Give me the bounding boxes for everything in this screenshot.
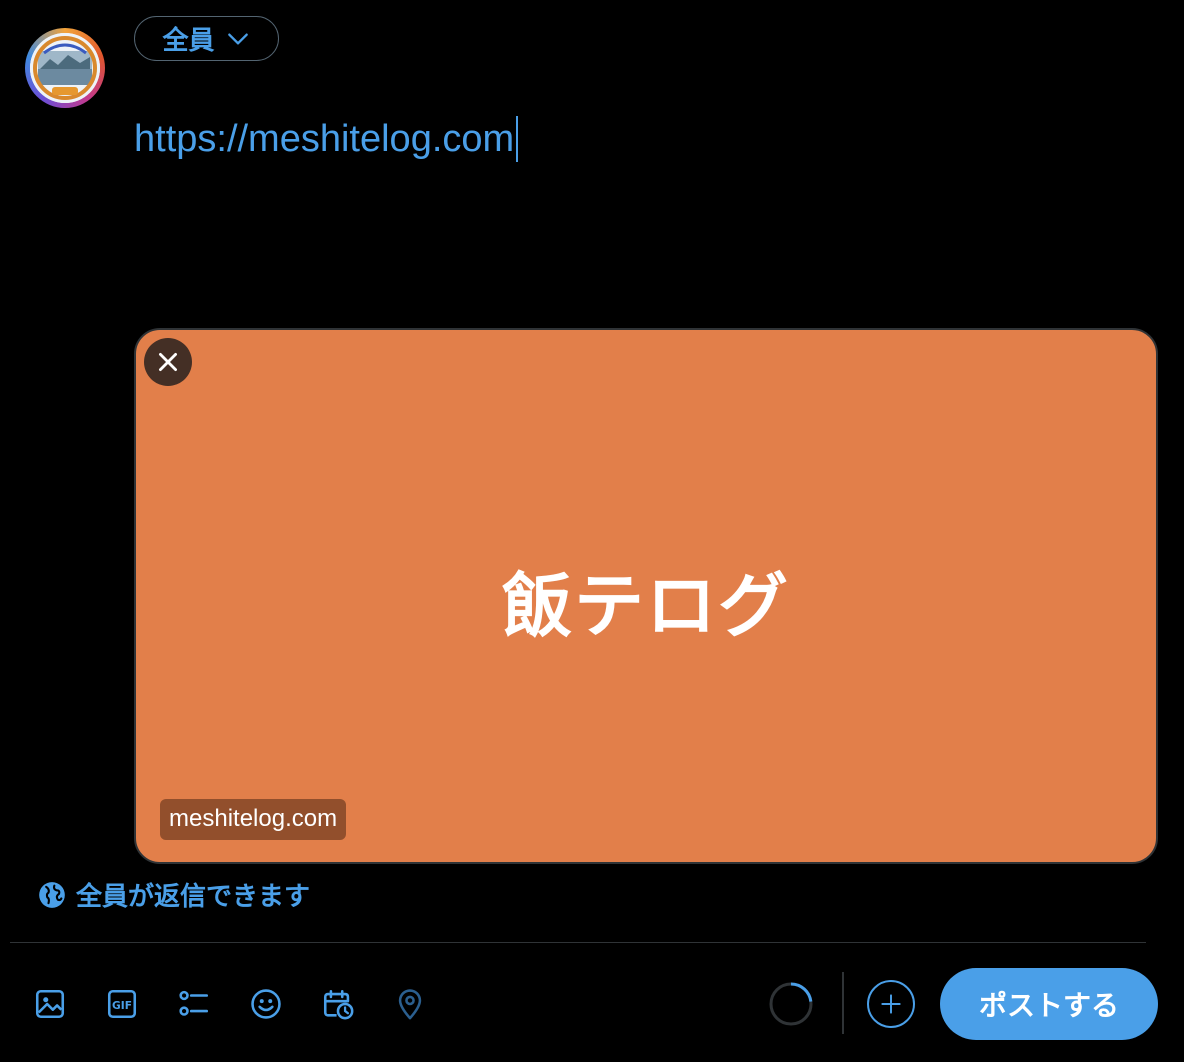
poll-button[interactable] [174,984,214,1024]
schedule-button[interactable] [318,984,358,1024]
toolbar-divider [10,942,1146,943]
audience-selector-button[interactable]: 全員 [134,16,279,61]
reply-setting-label: 全員が返信できます [76,882,311,912]
post-text-input[interactable]: https://meshitelog.com [134,116,519,162]
compose-post-dialog: 全員 https://meshitelog.com 飯テログ meshitelo… [0,0,1184,1062]
gif-button[interactable]: GIF [102,984,142,1024]
location-icon [398,989,422,1020]
link-preview-card[interactable]: 飯テログ meshitelog.com [134,328,1158,864]
emoji-icon [251,989,281,1019]
chevron-down-icon [227,32,248,45]
card-domain-badge: meshitelog.com [160,799,347,840]
emoji-button[interactable] [246,984,286,1024]
toolbar-separator [842,972,844,1034]
svg-text:GIF: GIF [112,999,132,1012]
add-post-button[interactable] [867,980,915,1028]
close-icon [159,353,177,371]
post-text-value: https://meshitelog.com [134,117,515,160]
media-button[interactable] [30,984,70,1024]
card-title: 飯テログ [502,565,790,647]
globe-icon [39,881,65,908]
character-count-progress [769,982,813,1026]
community-avatar-icon [30,33,100,103]
gif-icon: GIF [107,989,137,1019]
plus-icon [881,994,901,1014]
location-button[interactable] [390,984,430,1024]
image-icon [35,989,65,1019]
text-caret [516,116,519,162]
schedule-icon [323,989,354,1020]
post-button[interactable]: ポストする [940,968,1158,1040]
remove-card-button[interactable] [144,338,192,386]
reply-setting-button[interactable]: 全員が返信できます [38,876,310,913]
audience-label: 全員 [162,26,215,56]
poll-icon [179,990,209,1016]
user-avatar[interactable] [25,28,105,108]
